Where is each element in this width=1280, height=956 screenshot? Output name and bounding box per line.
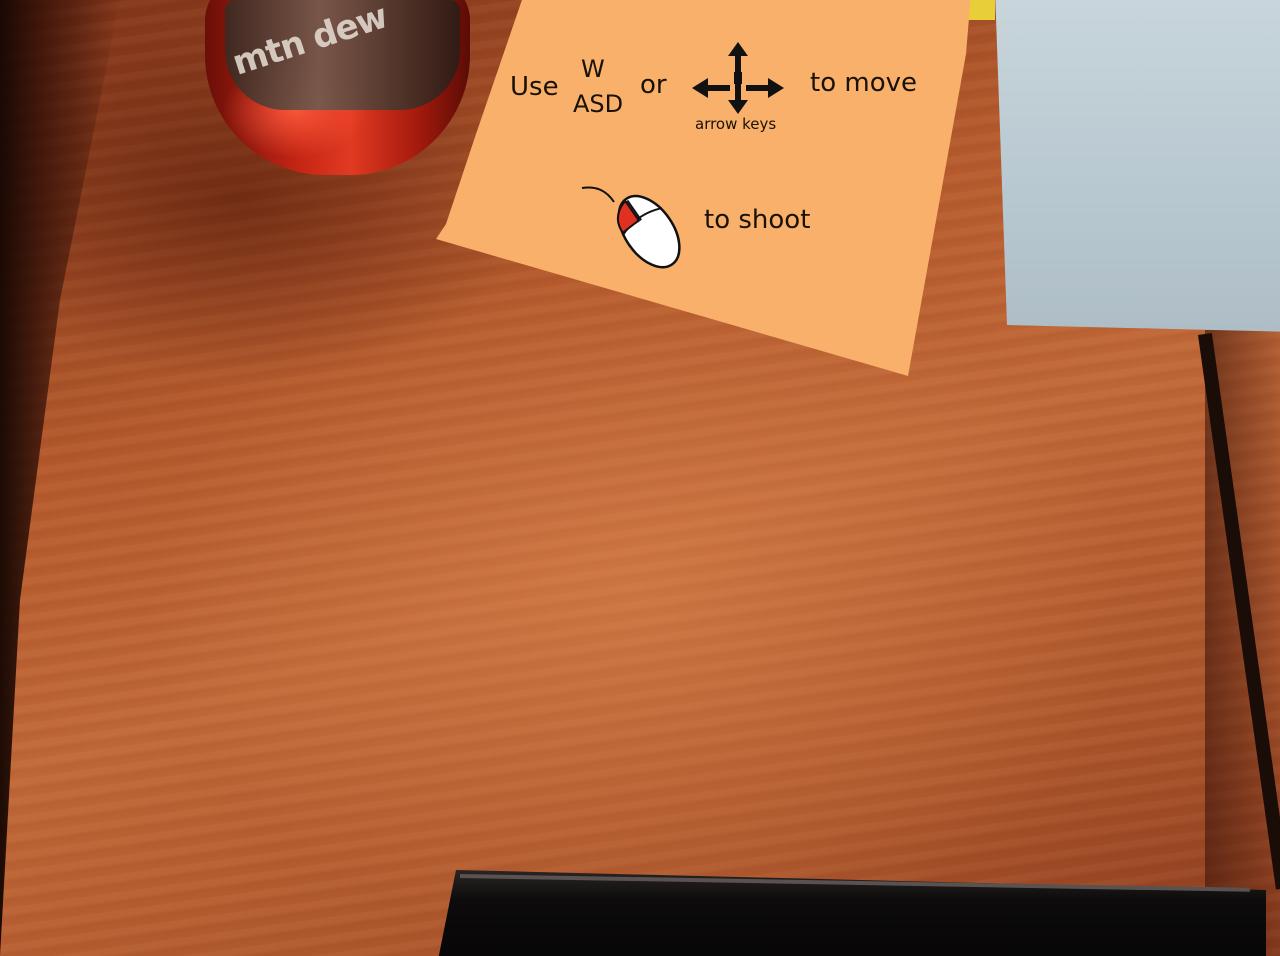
instruction-card-content: Use W ASD or arrow keys to move to shoot (0, 0, 1280, 956)
to-shoot-text: to shoot (704, 205, 811, 235)
key-w-text: W (581, 55, 605, 83)
or-text: or (640, 70, 667, 100)
to-move-text: to move (810, 68, 917, 98)
mouse-icon (581, 186, 681, 269)
use-text: Use (510, 72, 559, 102)
game-scene: mtn dew Use W ASD or arrow keys to move (0, 0, 1280, 956)
arrow-keys-icon (692, 42, 784, 114)
key-asd-text: ASD (573, 90, 624, 118)
arrow-keys-text: arrow keys (695, 115, 777, 133)
